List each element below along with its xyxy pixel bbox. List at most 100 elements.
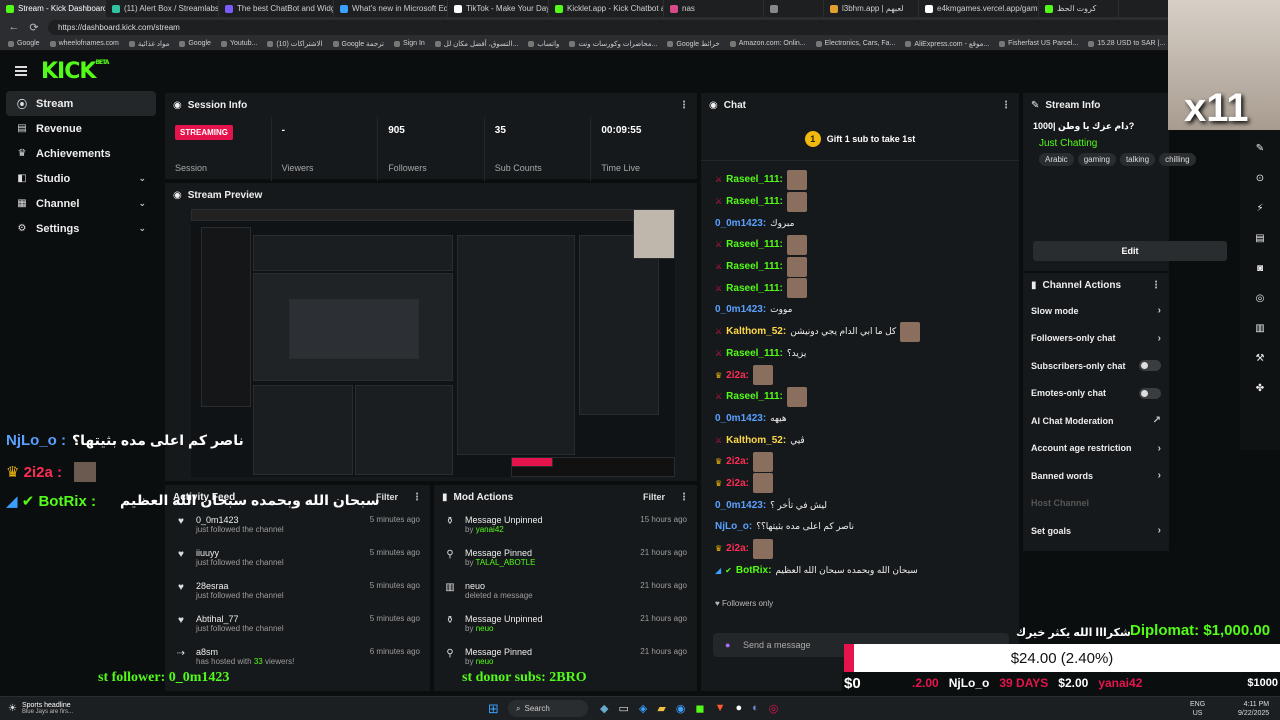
bookmark-item[interactable]: Youtub... xyxy=(220,40,257,47)
bookmark-item[interactable]: Google ترجمة xyxy=(332,40,384,48)
chat-username[interactable]: Kalthom_52: xyxy=(726,326,786,337)
channel-action-emotes-only-chat[interactable]: Emotes-only chat xyxy=(1023,380,1169,408)
browser-tab[interactable]: (11) Alert Box / Streamlabs xyxy=(106,0,219,17)
gift-sub-banner[interactable]: 1 Gift 1 sub to take 1st xyxy=(701,117,1019,161)
sidebar-item-achievements[interactable]: ♛ Achievements xyxy=(6,141,156,166)
toggle-switch[interactable] xyxy=(1139,360,1161,372)
browser-tab[interactable]: l3bhm.app | لعبهم xyxy=(824,0,919,17)
copilot-icon[interactable]: ◆ xyxy=(600,702,608,715)
bookmark-item[interactable]: محاضرات وكورسات ونت... xyxy=(569,40,657,48)
task-view-icon[interactable]: ▭ xyxy=(618,702,628,715)
document-icon[interactable]: ▤ xyxy=(1248,226,1272,250)
clock[interactable]: 4:11 PM 9/22/2025 xyxy=(1238,700,1269,718)
discord-icon[interactable]: ◐ xyxy=(752,702,759,715)
chat-username[interactable]: 2i2a: xyxy=(726,543,749,554)
browser-tab[interactable] xyxy=(764,0,824,17)
external-link-icon[interactable]: ↗ xyxy=(1153,415,1161,426)
channel-action-account-age-restriction[interactable]: Account age restriction › xyxy=(1023,435,1169,463)
news-widget[interactable]: ☀ Sports headline Blue Jays are firs... xyxy=(0,702,200,715)
mic-icon[interactable]: ● xyxy=(725,640,730,650)
chat-username[interactable]: BotRix: xyxy=(736,565,772,576)
bookmark-item[interactable]: مواد غذائية xyxy=(128,40,169,48)
filter-button[interactable]: Filter xyxy=(643,492,665,502)
stream-tag[interactable]: gaming xyxy=(1077,153,1116,166)
activity-user[interactable]: 28esraa xyxy=(196,581,361,591)
mod-user[interactable]: yanai42 xyxy=(476,525,504,534)
more-icon[interactable]: ⋮ xyxy=(412,492,422,503)
stream-preview-video[interactable] xyxy=(191,209,675,477)
bookmark-item[interactable]: Fisherfast US Parcel... xyxy=(999,40,1078,47)
chat-username[interactable]: 2i2a: xyxy=(726,456,749,467)
layout-icon[interactable]: ▥ xyxy=(1248,316,1272,340)
chat-username[interactable]: NjLo_o: xyxy=(715,521,752,532)
stream-tag[interactable]: chilling xyxy=(1159,153,1196,166)
bookmark-item[interactable]: Google xyxy=(8,40,40,47)
chat-username[interactable]: 2i2a: xyxy=(726,370,749,381)
sidebar-item-stream[interactable]: ⦿ Stream xyxy=(6,91,156,116)
chat-username[interactable]: Raseel_111: xyxy=(726,174,783,185)
chat-username[interactable]: Raseel_111: xyxy=(726,261,783,272)
chat-username[interactable]: Raseel_111: xyxy=(726,391,783,402)
channel-action-subscribers-only-chat[interactable]: Subscribers-only chat xyxy=(1023,352,1169,380)
activity-user[interactable]: iiuuyy xyxy=(196,548,361,558)
chat-username[interactable]: 0_0m1423: xyxy=(715,218,766,229)
browser-tab[interactable]: Stream - Kick Dashboard xyxy=(0,0,106,17)
category-link[interactable]: Just Chatting xyxy=(1039,138,1196,149)
channel-action-banned-words[interactable]: Banned words › xyxy=(1023,462,1169,490)
bookmark-item[interactable]: Electronics, Cars, Fa... xyxy=(815,40,895,47)
activity-user[interactable]: 0_0m1423 xyxy=(196,515,361,525)
chat-username[interactable]: 2i2a: xyxy=(726,478,749,489)
chrome-icon[interactable]: ◎ xyxy=(769,702,779,715)
back-icon[interactable]: ← xyxy=(8,21,20,33)
store-icon[interactable]: ◈ xyxy=(639,702,647,715)
bookmark-item[interactable]: AliExpress.com - موقع... xyxy=(905,40,989,48)
stream-tag[interactable]: talking xyxy=(1119,153,1156,166)
browser-tab[interactable]: كروت الحظ xyxy=(1039,0,1119,17)
chat-username[interactable]: 0_0m1423: xyxy=(715,500,766,511)
pencil-icon[interactable]: ✎ xyxy=(1248,136,1272,160)
puzzle-icon[interactable]: ✤ xyxy=(1248,376,1272,400)
chat-username[interactable]: Kalthom_52: xyxy=(726,435,786,446)
kick-app-icon[interactable]: ◼ xyxy=(695,702,704,715)
edit-button[interactable]: Edit xyxy=(1033,241,1227,261)
sidebar-item-channel[interactable]: ▦ Channel ⌄ xyxy=(6,191,156,216)
chat-username[interactable]: Raseel_111: xyxy=(726,283,783,294)
browser-tab[interactable]: What's new in Microsoft Edge xyxy=(334,0,448,17)
bookmark-item[interactable]: Sign In xyxy=(393,40,425,47)
mod-user[interactable]: neuo xyxy=(476,657,494,666)
bookmark-item[interactable]: Google خرائط xyxy=(667,40,720,48)
sidebar-item-studio[interactable]: ◧ Studio ⌄ xyxy=(6,166,156,191)
url-input[interactable]: https://dashboard.kick.com/stream xyxy=(48,19,1178,35)
activity-user[interactable]: Abtihal_77 xyxy=(196,614,361,624)
obs-icon[interactable]: ● xyxy=(735,702,742,715)
more-icon[interactable]: ⋮ xyxy=(679,492,689,503)
browser-tab[interactable]: e4kmgames.vercel.app/games xyxy=(919,0,1039,17)
bolt-icon[interactable]: ⚡ xyxy=(1248,196,1272,220)
browser-tab[interactable]: Kicklet.app - Kick Chatbot and xyxy=(549,0,664,17)
toggle-switch[interactable] xyxy=(1139,387,1161,399)
sidebar-item-revenue[interactable]: ▤ Revenue xyxy=(6,116,156,141)
bookmark-item[interactable]: (10) الاشتراكات xyxy=(267,40,323,48)
taskbar-search[interactable]: ⌕ Search xyxy=(508,700,588,717)
more-icon[interactable]: ⋮ xyxy=(1001,100,1011,111)
target-icon[interactable]: ⊙ xyxy=(1248,166,1272,190)
mod-user[interactable]: neuo xyxy=(476,624,494,633)
wrench-icon[interactable]: ⚒ xyxy=(1248,346,1272,370)
bookmark-item[interactable]: 15.28 USD to SAR |... xyxy=(1088,40,1165,47)
edge-icon[interactable]: ◉ xyxy=(676,702,686,715)
browser-tab[interactable]: TikTok - Make Your Day xyxy=(448,0,549,17)
chat-bubble-icon[interactable]: ◙ xyxy=(1248,256,1272,280)
channel-action-slow-mode[interactable]: Slow mode › xyxy=(1023,297,1169,325)
language-indicator[interactable]: ENG US xyxy=(1190,700,1205,718)
mod-user[interactable]: TALAL_ABOTLE xyxy=(476,558,536,567)
bookmark-item[interactable]: واتساب xyxy=(528,40,559,48)
refresh-icon[interactable]: ⟳ xyxy=(28,21,40,34)
bookmark-item[interactable]: Google xyxy=(179,40,211,47)
stream-tag[interactable]: Arabic xyxy=(1039,153,1074,166)
channel-action-ai-chat-moderation[interactable]: AI Chat Moderation ↗ xyxy=(1023,407,1169,435)
browser-tab[interactable]: nas xyxy=(664,0,764,17)
bookmark-item[interactable]: wheelofnames.com xyxy=(49,40,119,47)
chat-username[interactable]: Raseel_111: xyxy=(726,348,783,359)
more-icon[interactable]: ⋮ xyxy=(1151,280,1161,291)
channel-action-set-goals[interactable]: Set goals › xyxy=(1023,517,1169,545)
